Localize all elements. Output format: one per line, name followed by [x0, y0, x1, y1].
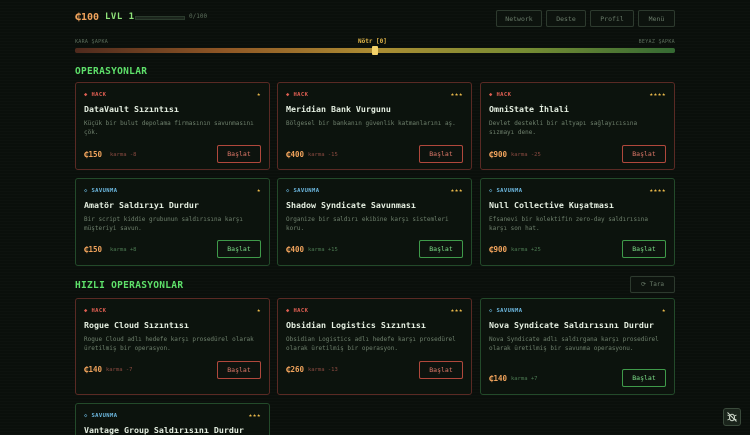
card-type-tag: ◆ HACK — [84, 92, 107, 98]
card-karma: karma -8 — [110, 152, 137, 158]
difficulty-stars: ★★★ — [450, 307, 463, 314]
operation-card: ◆ HACK ★ Rogue Cloud Sızıntısı Rogue Clo… — [75, 298, 270, 395]
card-title: Meridian Bank Vurgunu — [286, 104, 391, 114]
card-reward: ₵900 — [489, 245, 508, 254]
operation-card: ◇ SAVUNMA ★★★ Vantage Group Saldırısını … — [75, 403, 270, 435]
start-button[interactable]: Başlat — [419, 145, 463, 163]
nav-network-button[interactable]: Network — [496, 10, 542, 27]
card-karma: karma +15 — [308, 247, 338, 253]
difficulty-stars: ★★★★ — [649, 91, 666, 98]
start-button[interactable]: Başlat — [217, 145, 261, 163]
card-type-tag: ◆ HACK — [286, 92, 309, 98]
level-display: LVL 1 — [105, 12, 135, 22]
card-reward: ₵150 — [84, 245, 103, 254]
xp-bar — [135, 16, 185, 20]
credits-display: ₵100 — [75, 12, 100, 23]
operation-card: ◆ HACK ★★★★ OmniState İhlali Devlet dest… — [480, 82, 675, 170]
operation-card: ◇ SAVUNMA ★ Amatör Saldırıyı Durdur Bir … — [75, 178, 270, 266]
card-type-tag: ◆ HACK — [84, 308, 107, 314]
operation-card: ◆ HACK ★ DataVault Sızıntısı Küçük bir b… — [75, 82, 270, 170]
card-karma: karma -25 — [511, 152, 541, 158]
nav-deck-button[interactable]: Deste — [546, 10, 586, 27]
difficulty-stars: ★★★ — [248, 412, 261, 419]
card-reward: ₵400 — [286, 150, 305, 159]
card-title: Obsidian Logistics Sızıntısı — [286, 320, 426, 330]
card-reward: ₵400 — [286, 245, 305, 254]
card-title: Vantage Group Saldırısını Durdur — [84, 425, 244, 435]
card-title: Null Collective Kuşatması — [489, 200, 614, 210]
operation-card: ◇ SAVUNMA ★★★ Shadow Syndicate Savunması… — [277, 178, 472, 266]
card-description: Organize bir saldırı ekibine karşı siste… — [286, 216, 449, 232]
karma-white-hat-label: BEYAZ ŞAPKA — [638, 39, 675, 45]
nav-profile-button[interactable]: Profil — [590, 10, 634, 27]
card-title: OmniState İhlali — [489, 104, 569, 114]
card-type-tag: ◇ SAVUNMA — [286, 188, 320, 194]
difficulty-stars: ★★★★ — [649, 187, 666, 194]
card-karma: karma -15 — [308, 152, 338, 158]
card-description: Devlet destekli bir altyapı sağlayıcısın… — [489, 120, 638, 136]
operation-card: ◇ SAVUNMA ★★★★ Null Collective Kuşatması… — [480, 178, 675, 266]
card-description: Nova Syndicate adlı saldırgana karşı pro… — [489, 336, 659, 352]
card-reward: ₵900 — [489, 150, 508, 159]
difficulty-stars: ★ — [256, 91, 261, 98]
card-karma: karma +7 — [511, 376, 538, 382]
start-button[interactable]: Başlat — [622, 145, 666, 163]
card-description: Küçük bir bulut depolama firmasının savu… — [84, 120, 254, 136]
nav-menu-button[interactable]: Menü — [638, 10, 675, 27]
card-type-tag: ◇ SAVUNMA — [489, 308, 523, 314]
top-bar: ₵100 LVL 1 0/100 Network Deste Profil Me… — [0, 0, 750, 36]
card-reward: ₵260 — [286, 365, 305, 374]
card-description: Rogue Cloud adlı hedefe karşı prosedürel… — [84, 336, 254, 352]
card-type-tag: ◆ HACK — [286, 308, 309, 314]
operation-card: ◆ HACK ★★★ Meridian Bank Vurgunu Bölgese… — [277, 82, 472, 170]
difficulty-stars: ★ — [661, 307, 666, 314]
xp-text: 0/100 — [189, 13, 208, 20]
operation-card: ◆ HACK ★★★ Obsidian Logistics Sızıntısı … — [277, 298, 472, 395]
start-button[interactable]: Başlat — [419, 240, 463, 258]
karma-black-hat-label: KARA ŞAPKA — [75, 39, 109, 45]
card-title: Amatör Saldırıyı Durdur — [84, 200, 199, 210]
start-button[interactable]: Başlat — [419, 361, 463, 379]
card-karma: karma +25 — [511, 247, 541, 253]
difficulty-stars: ★ — [256, 187, 261, 194]
card-type-tag: ◇ SAVUNMA — [84, 188, 118, 194]
card-description: Obsidian Logistics adlı hedefe karşı pro… — [286, 336, 456, 352]
karma-status: Nötr [0] — [358, 38, 387, 45]
bug-slash-icon[interactable] — [723, 408, 741, 426]
start-button[interactable]: Başlat — [217, 240, 261, 258]
start-button[interactable]: Başlat — [622, 369, 666, 387]
scan-button[interactable]: ⟳ Tara — [630, 276, 675, 293]
card-reward: ₵140 — [489, 374, 508, 383]
card-karma: karma -13 — [308, 367, 338, 373]
start-button[interactable]: Başlat — [622, 240, 666, 258]
card-type-tag: ◆ HACK — [489, 92, 512, 98]
card-reward: ₵140 — [84, 365, 103, 374]
difficulty-stars: ★ — [256, 307, 261, 314]
difficulty-stars: ★★★ — [450, 187, 463, 194]
card-description: Bir script kiddie grubunun saldırısına k… — [84, 216, 243, 232]
karma-marker — [372, 46, 378, 55]
card-title: DataVault Sızıntısı — [84, 104, 179, 114]
card-type-tag: ◇ SAVUNMA — [84, 413, 118, 419]
card-reward: ₵150 — [84, 150, 103, 159]
card-type-tag: ◇ SAVUNMA — [489, 188, 523, 194]
operations-title: OPERASYONLAR — [75, 66, 148, 77]
difficulty-stars: ★★★ — [450, 91, 463, 98]
card-description: Efsanevi bir kolektifin zero-day saldırı… — [489, 216, 648, 232]
start-button[interactable]: Başlat — [217, 361, 261, 379]
quick-operations-title: HIZLI OPERASYONLAR — [75, 280, 184, 291]
card-karma: karma +8 — [110, 247, 137, 253]
card-description: Bölgesel bir bankanın güvenlik katmanlar… — [286, 120, 456, 127]
operation-card: ◇ SAVUNMA ★ Nova Syndicate Saldırısını D… — [480, 298, 675, 395]
card-title: Nova Syndicate Saldırısını Durdur — [489, 320, 654, 330]
card-karma: karma -7 — [106, 367, 133, 373]
card-title: Rogue Cloud Sızıntısı — [84, 320, 189, 330]
card-title: Shadow Syndicate Savunması — [286, 200, 416, 210]
